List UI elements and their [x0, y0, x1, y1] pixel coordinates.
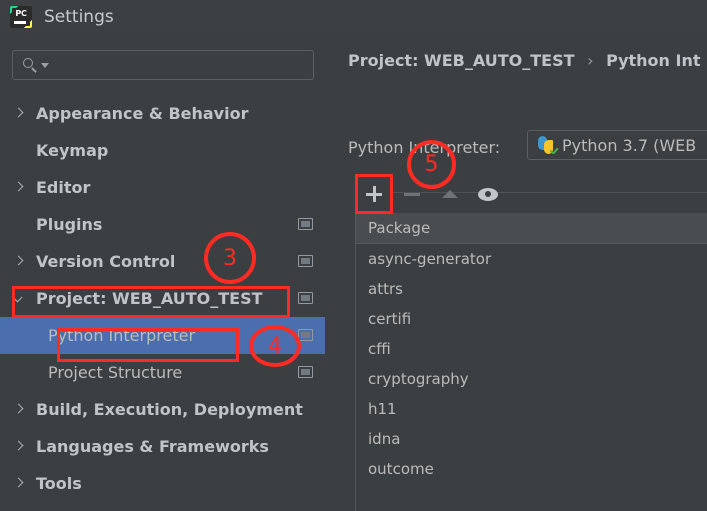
chevron-right-icon[interactable] [12, 255, 26, 269]
python-interpreter-dropdown[interactable]: Python 3.7 (WEB [527, 130, 707, 160]
sidebar-item-label: Project Structure [48, 363, 183, 382]
table-row[interactable]: h11 [356, 394, 707, 424]
package-toolbar [355, 175, 707, 213]
table-row[interactable]: outcome [356, 454, 707, 484]
breadcrumb: Project: WEB_AUTO_TEST › Python Int [348, 51, 701, 70]
window-title: Settings [44, 6, 114, 27]
sidebar-item-label: Plugins [36, 215, 103, 234]
table-row[interactable]: cryptography [356, 364, 707, 394]
table-row[interactable]: async-generator [356, 244, 707, 274]
sidebar-item-plugins[interactable]: Plugins [0, 206, 325, 243]
table-row[interactable]: cffi [356, 334, 707, 364]
project-scope-icon [298, 329, 313, 341]
sidebar-item-languages-frameworks[interactable]: Languages & Frameworks [0, 428, 325, 465]
sidebar-item-tools[interactable]: Tools [0, 465, 325, 502]
breadcrumb-leaf: Python Int [606, 51, 701, 70]
sidebar-item-project-structure[interactable]: Project Structure [0, 354, 325, 391]
project-scope-icon [298, 292, 313, 304]
table-row[interactable]: idna [356, 424, 707, 454]
package-name: cryptography [368, 370, 469, 388]
python-logo-icon [537, 135, 556, 155]
package-name: attrs [368, 280, 403, 298]
sidebar-item-keymap[interactable]: Keymap [0, 132, 325, 169]
table-row[interactable]: attrs [356, 274, 707, 304]
sidebar-item-label: Project: WEB_AUTO_TEST [36, 289, 263, 308]
project-scope-icon [298, 366, 313, 378]
sidebar-item-label: Build, Execution, Deployment [36, 400, 303, 419]
chevron-down-icon[interactable] [12, 292, 26, 306]
sidebar-item-python-interpreter[interactable]: Python Interpreter [0, 317, 325, 354]
table-row[interactable]: certifi [356, 304, 707, 334]
minus-icon [404, 192, 420, 196]
eye-icon [478, 187, 498, 201]
chevron-right-icon[interactable] [12, 107, 26, 121]
column-header-package[interactable]: Package [368, 219, 430, 237]
packages-table: Package async-generator attrs certifi cffi c… [355, 213, 707, 511]
sidebar-item-label: Appearance & Behavior [36, 104, 249, 123]
breadcrumb-separator-icon: › [587, 51, 594, 70]
project-scope-icon [298, 255, 313, 267]
package-name: cffi [368, 340, 391, 358]
package-name: async-generator [368, 250, 492, 268]
pycharm-logo-icon: PC [10, 5, 32, 28]
chevron-right-icon[interactable] [12, 440, 26, 454]
sidebar-item-label: Version Control [36, 252, 176, 271]
sidebar-item-label: Python Interpreter [48, 326, 196, 345]
sidebar-item-label: Tools [36, 474, 82, 493]
package-name: idna [368, 430, 401, 448]
sidebar-item-label: Languages & Frameworks [36, 437, 269, 456]
python-interpreter-label: Python Interpreter: [348, 138, 501, 157]
sidebar-item-version-control[interactable]: Version Control [0, 243, 325, 280]
chevron-right-icon[interactable] [12, 477, 26, 491]
show-early-releases-button[interactable] [469, 175, 507, 213]
packages-table-body: async-generator attrs certifi cffi cryptogra… [356, 244, 707, 484]
sidebar-item-appearance-behavior[interactable]: Appearance & Behavior [0, 95, 325, 132]
sidebar-item-build-execution-deployment[interactable]: Build, Execution, Deployment [0, 391, 325, 428]
sidebar-item-label: Editor [36, 178, 91, 197]
sidebar-item-editor[interactable]: Editor [0, 169, 325, 206]
plus-icon [366, 186, 382, 202]
chevron-right-icon[interactable] [12, 403, 26, 417]
python-interpreter-value: Python 3.7 (WEB [562, 135, 697, 155]
package-name: certifi [368, 310, 412, 328]
upgrade-package-button[interactable] [431, 175, 469, 213]
settings-main-panel: Project: WEB_AUTO_TEST › Python Int Pyth… [335, 33, 707, 511]
breadcrumb-root[interactable]: Project: WEB_AUTO_TEST [348, 51, 575, 70]
package-name: h11 [368, 400, 397, 418]
pycharm-logo-text: PC [15, 8, 27, 18]
search-input[interactable] [53, 56, 313, 74]
project-scope-icon [298, 218, 313, 230]
remove-package-button[interactable] [393, 175, 431, 213]
settings-sidebar: Appearance & Behavior Keymap Editor Plugins… [0, 33, 335, 511]
sidebar-item-label: Keymap [36, 141, 109, 160]
add-package-button[interactable] [355, 175, 393, 213]
search-icon [23, 57, 39, 73]
sidebar-item-project-web-auto-test[interactable]: Project: WEB_AUTO_TEST [0, 280, 325, 317]
settings-tree: Appearance & Behavior Keymap Editor Plugins… [0, 95, 335, 502]
chevron-down-icon[interactable] [41, 62, 49, 68]
package-name: outcome [368, 460, 434, 478]
chevron-right-icon[interactable] [12, 181, 26, 195]
triangle-up-icon [442, 190, 458, 198]
search-box[interactable] [12, 50, 314, 80]
packages-table-header: Package [356, 213, 707, 244]
window-title-bar: PC Settings [0, 0, 707, 33]
